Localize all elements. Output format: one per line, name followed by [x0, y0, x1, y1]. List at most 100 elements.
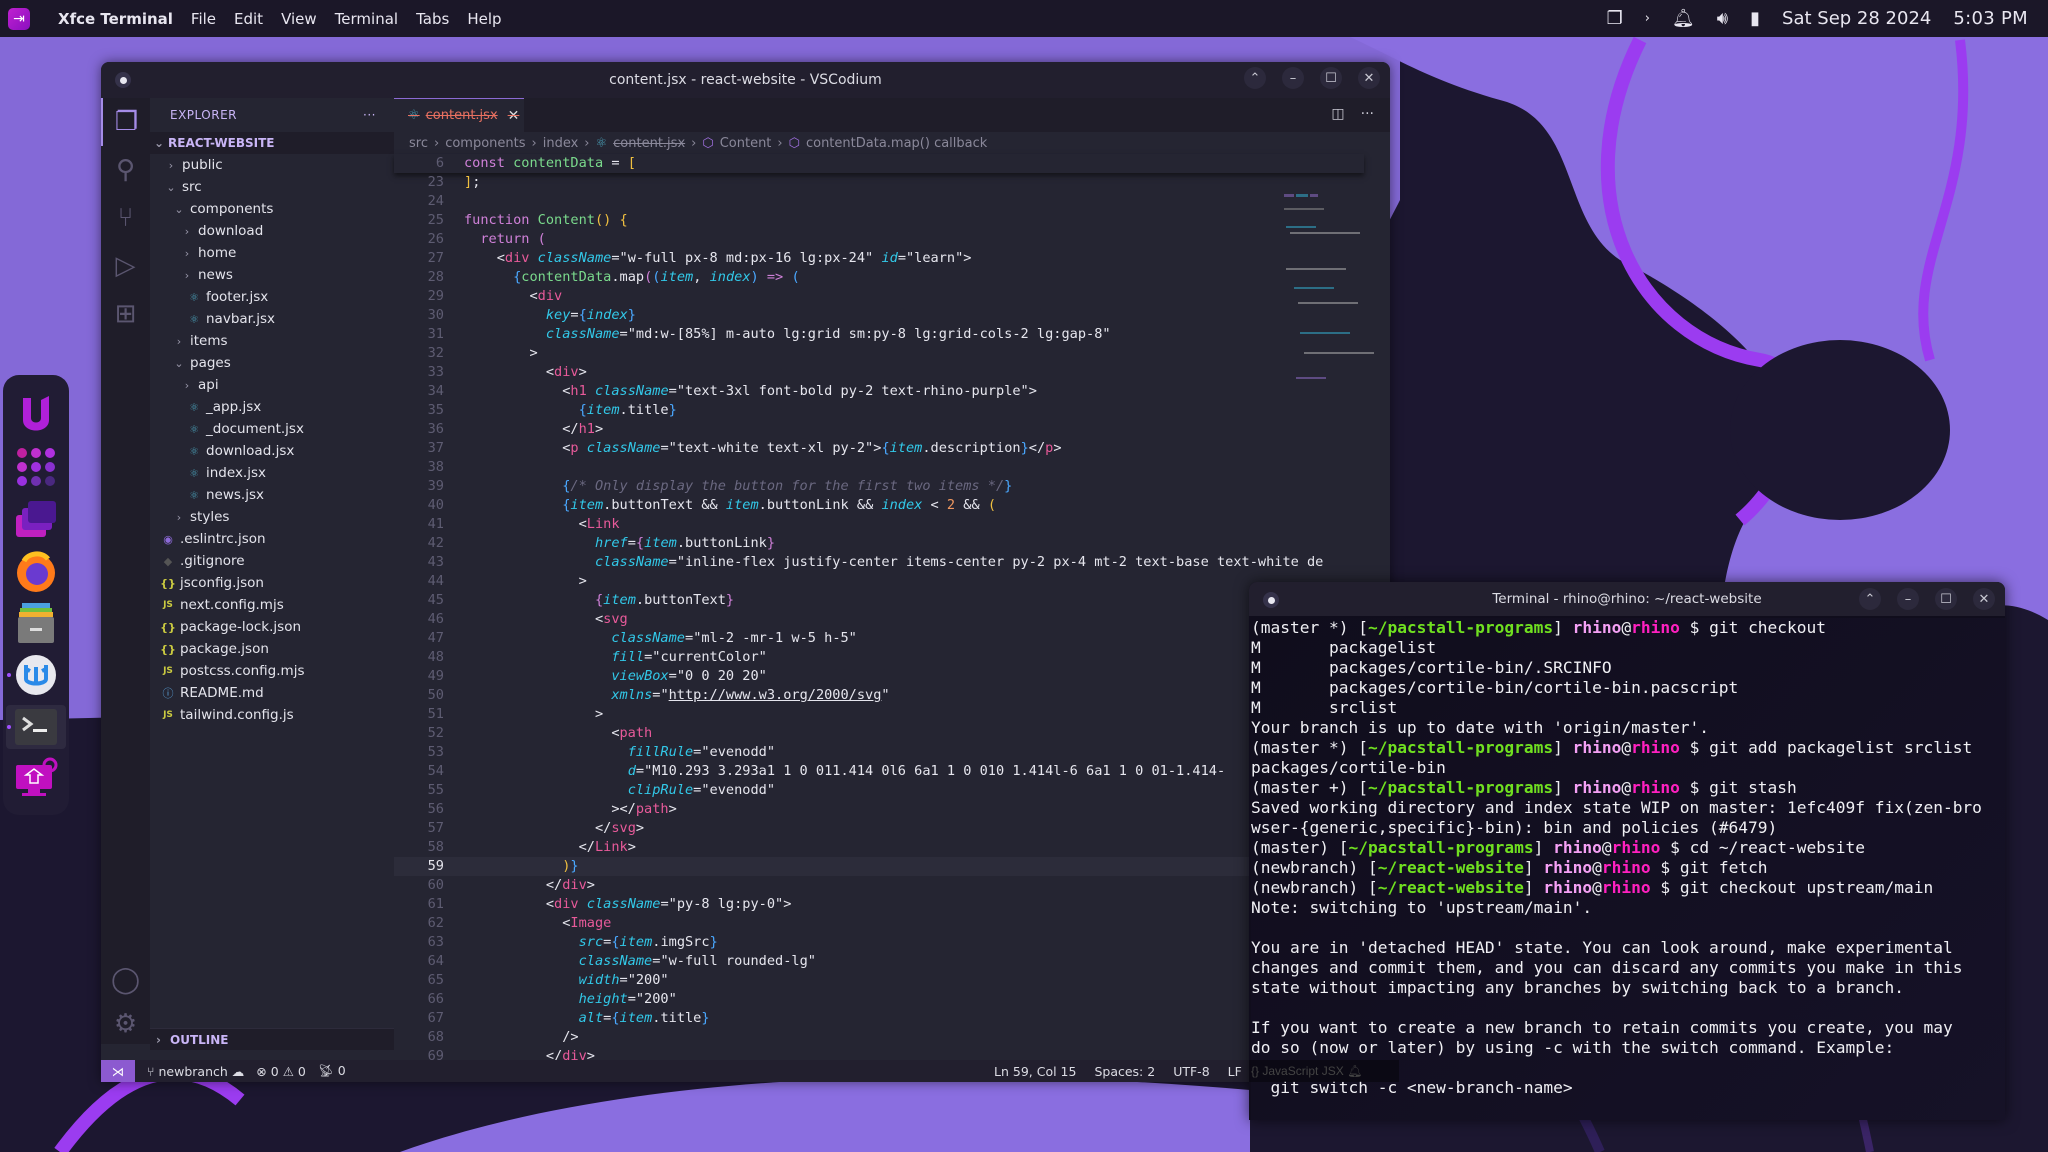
terminal-titlebar[interactable]: Terminal - rhino@rhino: ~/react-website …	[1249, 582, 2005, 616]
code-line[interactable]: 54 d="M10.293 3.293a1 1 0 011.414 0l6 6a…	[394, 762, 1364, 781]
code-line[interactable]: 58 </Link>	[394, 838, 1364, 857]
code-line[interactable]: 35 {item.title}	[394, 401, 1364, 420]
account-icon[interactable]: ◯	[101, 956, 150, 1004]
code-line[interactable]: 30 key={index}	[394, 306, 1364, 325]
code-line[interactable]: 47 className="ml-2 -mr-1 w-5 h-5"	[394, 629, 1364, 648]
close-button[interactable]: ✕	[1358, 67, 1380, 89]
tree-file[interactable]: ◉ .eslintrc.json	[150, 528, 394, 550]
close-button[interactable]: ✕	[1973, 588, 1995, 610]
dock-item-workspaces[interactable]	[6, 497, 66, 541]
dock-item-terminal[interactable]	[6, 705, 66, 749]
code-line[interactable]: 32 >	[394, 344, 1364, 363]
expand-icon[interactable]: ›	[1645, 11, 1650, 26]
tree-folder[interactable]: ⌄ pages	[150, 352, 394, 374]
shade-button[interactable]: ⌃	[1244, 67, 1266, 89]
tab-content-jsx[interactable]: ⚛ content.jsx ✕	[394, 98, 524, 132]
tree-folder[interactable]: › items	[150, 330, 394, 352]
tree-folder[interactable]: › styles	[150, 506, 394, 528]
tree-file[interactable]: JS postcss.config.mjs	[150, 660, 394, 682]
code-line[interactable]: 34 <h1 className="text-3xl font-bold py-…	[394, 382, 1364, 401]
breadcrumb-file[interactable]: content.jsx	[613, 136, 685, 151]
maximize-button[interactable]: ☐	[1935, 588, 1957, 610]
breadcrumb-components[interactable]: components	[445, 136, 525, 151]
code-line[interactable]: 36 </h1>	[394, 420, 1364, 439]
volume-icon[interactable]: 🔊︎	[1717, 8, 1728, 29]
code-line[interactable]: 57 </svg>	[394, 819, 1364, 838]
breadcrumb-callback[interactable]: contentData.map() callback	[806, 136, 987, 151]
code-line[interactable]: 27 <div className="w-full px-8 md:px-16 …	[394, 249, 1364, 268]
code-line[interactable]: 24	[394, 192, 1364, 211]
menu-help[interactable]: Help	[467, 10, 501, 28]
code-line[interactable]: 28 {contentData.map((item, index) => (	[394, 268, 1364, 287]
explorer-icon[interactable]: ❐	[101, 98, 150, 146]
tree-folder[interactable]: › public	[150, 154, 394, 176]
tree-file[interactable]: {} package.json	[150, 638, 394, 660]
menu-edit[interactable]: Edit	[234, 10, 263, 28]
line-ending[interactable]: LF	[1228, 1064, 1242, 1079]
tree-folder[interactable]: › news	[150, 264, 394, 286]
menu-view[interactable]: View	[281, 10, 317, 28]
tree-file[interactable]: JS tailwind.config.js	[150, 704, 394, 726]
run-debug-icon[interactable]: ▷	[101, 242, 150, 290]
vscodium-titlebar[interactable]: content.jsx - react-website - VSCodium ⌃…	[101, 62, 1390, 98]
minimap[interactable]	[1276, 192, 1376, 402]
code-line[interactable]: 23];	[394, 173, 1364, 192]
tree-file[interactable]: ⚛ _document.jsx	[150, 418, 394, 440]
more-actions-icon[interactable]: ···	[1361, 106, 1374, 122]
project-root[interactable]: ⌄ REACT-WEBSITE	[150, 132, 394, 154]
tree-folder[interactable]: › home	[150, 242, 394, 264]
tree-file[interactable]: ⚛ _app.jsx	[150, 396, 394, 418]
code-line[interactable]: 65 width="200"	[394, 971, 1364, 990]
date[interactable]: Sat Sep 28 2024	[1782, 8, 1931, 29]
code-line[interactable]: 63 src={item.imgSrc}	[394, 933, 1364, 952]
remote-indicator-icon[interactable]: ⋊	[101, 1060, 135, 1082]
code-line[interactable]: 62 <Image	[394, 914, 1364, 933]
code-line[interactable]: 41 <Link	[394, 515, 1364, 534]
code-line[interactable]: 53 fillRule="evenodd"	[394, 743, 1364, 762]
maximize-button[interactable]: ☐	[1320, 67, 1342, 89]
code-line[interactable]: 66 height="200"	[394, 990, 1364, 1009]
code-line[interactable]: 29 <div	[394, 287, 1364, 306]
menu-terminal[interactable]: Terminal	[335, 10, 398, 28]
extensions-icon[interactable]: ⊞	[101, 290, 150, 338]
menu-tabs[interactable]: Tabs	[416, 10, 449, 28]
indentation[interactable]: Spaces: 2	[1094, 1064, 1155, 1079]
code-line[interactable]: 61 <div className="py-8 lg:py-0">	[394, 895, 1364, 914]
cursor-position[interactable]: Ln 59, Col 15	[994, 1064, 1076, 1079]
tree-file[interactable]: {} package-lock.json	[150, 616, 394, 638]
code-line[interactable]: 45 {item.buttonText}	[394, 591, 1364, 610]
tree-file[interactable]: ⚛ navbar.jsx	[150, 308, 394, 330]
code-line[interactable]: 46 <svg	[394, 610, 1364, 629]
breadcrumb-symbol[interactable]: Content	[720, 136, 772, 151]
tree-folder[interactable]: ⌄ components	[150, 198, 394, 220]
tree-file[interactable]: ◆ .gitignore	[150, 550, 394, 572]
battery-charging-icon[interactable]: ▮	[1750, 8, 1760, 29]
code-line[interactable]: 52 <path	[394, 724, 1364, 743]
code-line[interactable]: 50 xmlns="http://www.w3.org/2000/svg"	[394, 686, 1364, 705]
code-line[interactable]: 67 alt={item.title}	[394, 1009, 1364, 1028]
dock-item-app-grid[interactable]	[6, 445, 66, 489]
code-line[interactable]: 40 {item.buttonText && item.buttonLink &…	[394, 496, 1364, 515]
tree-file[interactable]: ⚛ index.jsx	[150, 462, 394, 484]
code-line[interactable]: 60 </div>	[394, 876, 1364, 895]
search-icon[interactable]: ⚲	[101, 146, 150, 194]
window-menu-button[interactable]	[115, 72, 131, 88]
tree-file[interactable]: JS next.config.mjs	[150, 594, 394, 616]
settings-gear-icon[interactable]: ⚙	[101, 1000, 150, 1048]
code-line[interactable]: 59 )}	[394, 857, 1364, 876]
dock-item-launcher[interactable]	[6, 393, 66, 437]
tree-file[interactable]: ⚛ news.jsx	[150, 484, 394, 506]
dock-item-file-manager[interactable]	[6, 601, 66, 645]
minimize-button[interactable]: –	[1897, 588, 1919, 610]
branch-indicator[interactable]: ⑂ newbranch ☁	[147, 1064, 244, 1079]
code-line[interactable]: 44 >	[394, 572, 1364, 591]
breadcrumb-src[interactable]: src	[409, 136, 428, 151]
code-line[interactable]: 48 fill="currentColor"	[394, 648, 1364, 667]
menu-file[interactable]: File	[191, 10, 216, 28]
code-line[interactable]: 43 className="inline-flex justify-center…	[394, 553, 1364, 572]
tree-file[interactable]: ⚛ download.jsx	[150, 440, 394, 462]
code-line[interactable]: 25 function Content() {	[394, 211, 1364, 230]
source-control-icon[interactable]: ⑂	[101, 194, 150, 242]
code-line[interactable]: 31 className="md:w-[85%] m-auto lg:grid …	[394, 325, 1364, 344]
code-line[interactable]: 39 {/* Only display the button for the f…	[394, 477, 1364, 496]
